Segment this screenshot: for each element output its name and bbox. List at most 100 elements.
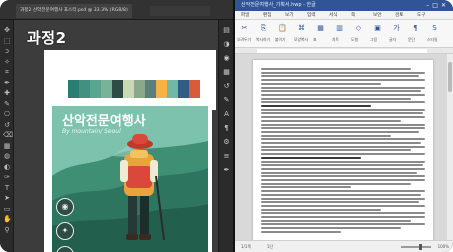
magic-wand-icon[interactable]: ✧ bbox=[3, 58, 11, 66]
paths-icon[interactable]: ✒ bbox=[222, 166, 231, 175]
scrollbar-thumb[interactable] bbox=[448, 62, 452, 92]
text-line bbox=[261, 179, 425, 181]
swatches-icon[interactable]: ▦ bbox=[222, 68, 231, 77]
healing-icon[interactable]: ✚ bbox=[3, 89, 11, 97]
lasso-icon[interactable]: ↄ bbox=[3, 47, 11, 55]
path-select-icon[interactable]: ➤ bbox=[3, 194, 11, 202]
menu-item[interactable]: 검토 bbox=[395, 12, 403, 18]
text-line bbox=[261, 119, 401, 122]
paste-icon[interactable]: 📋 bbox=[277, 23, 288, 34]
brush-icon[interactable]: ✎ bbox=[3, 100, 11, 108]
text-line bbox=[261, 138, 425, 141]
format-icon[interactable]: ⌘ bbox=[296, 23, 307, 34]
document-tab-bar: 과정2 산악전문여행사 포스터.psd @ 33.3% (RGB/8) bbox=[0, 0, 233, 20]
text-line bbox=[261, 219, 411, 222]
menu-item[interactable]: 서식 bbox=[329, 12, 337, 18]
channels-icon[interactable]: ≡ bbox=[222, 152, 231, 161]
color-icon[interactable]: ◉ bbox=[222, 54, 231, 63]
status-bar: 1/1쪽 1단 100% bbox=[235, 240, 453, 252]
blur-icon[interactable]: ◍ bbox=[3, 152, 11, 160]
paragraph-icon[interactable]: ¶ bbox=[222, 124, 231, 133]
gradient-icon[interactable]: ▦ bbox=[3, 142, 11, 150]
dodge-icon[interactable]: ◐ bbox=[3, 163, 11, 171]
text-line bbox=[261, 68, 411, 70]
crop-icon[interactable]: ⌗ bbox=[3, 68, 11, 76]
text-line bbox=[261, 201, 419, 204]
text-line bbox=[261, 93, 425, 96]
window-controls[interactable]: –□✕ bbox=[426, 2, 449, 9]
shape-icon[interactable]: ▭ bbox=[3, 205, 11, 213]
history-brush-icon[interactable]: ↺ bbox=[3, 121, 11, 129]
ribbon-toolbar: ✂ 오려두기 ⎘ 복사하기 📋 붙이기 ⌘ 모양복사 ▦ 표 ▥ 차트 ◇ 도형 ▣ 그림 가 글자 ¶ 문단 Ѕ 스타일 bbox=[235, 20, 453, 48]
properties-icon[interactable]: ⚙ bbox=[222, 138, 231, 147]
menu-item[interactable]: 쪽 bbox=[351, 12, 355, 18]
zoom-knob[interactable] bbox=[419, 244, 422, 250]
char-icon[interactable]: 가 bbox=[391, 23, 402, 34]
status-section: 1단 bbox=[267, 244, 274, 249]
status-page: 1/1쪽 bbox=[241, 244, 252, 249]
shape-icon[interactable]: ◇ bbox=[353, 23, 364, 34]
move-icon[interactable]: ✥ bbox=[3, 26, 11, 34]
text-line bbox=[261, 86, 425, 89]
zoom-slider[interactable] bbox=[401, 244, 431, 250]
table-icon[interactable]: ▦ bbox=[315, 23, 326, 34]
history-icon[interactable]: ↺ bbox=[222, 82, 231, 91]
menu-item[interactable]: 입력 bbox=[307, 12, 315, 18]
chart-icon[interactable]: ▥ bbox=[334, 23, 345, 34]
text-line bbox=[261, 230, 341, 233]
eyedropper-icon[interactable]: ✒ bbox=[3, 79, 11, 87]
text-line bbox=[261, 142, 421, 144]
style-icon[interactable]: Ѕ bbox=[429, 23, 440, 34]
document-tab[interactable]: 과정2 산악전문여행사 포스터.psd @ 33.3% (RGB/8) bbox=[16, 4, 132, 18]
word-processor-window: 산악전문여행사_기획서.hwp - 한글 –□✕ 파일 편집 보기 입력 서식 쪽 보안 검토… bbox=[235, 0, 453, 252]
text-line bbox=[261, 123, 425, 126]
character-icon[interactable]: A bbox=[222, 110, 231, 119]
menu-item[interactable]: 보기 bbox=[285, 12, 293, 18]
menu-item[interactable]: 파일 bbox=[241, 12, 249, 18]
text-line bbox=[261, 208, 381, 211]
zoom-icon[interactable]: ⚲ bbox=[3, 226, 11, 234]
compass-icon: ✦ bbox=[56, 222, 74, 240]
status-zoom[interactable]: 100% bbox=[438, 244, 449, 249]
lesson-label: 과정2 bbox=[27, 29, 67, 47]
text-line bbox=[261, 164, 423, 167]
screen-frame: 과정2 산악전문여행사 포스터.psd @ 33.3% (RGB/8) ✥ ⬚ ↄ ✧… bbox=[0, 0, 453, 252]
poster-artwork: 산악전문여행사 By mountain/ Seoul ◉ ✦ ▣ bbox=[52, 106, 208, 252]
cut-icon[interactable]: ✂ bbox=[239, 23, 250, 34]
para-icon[interactable]: ¶ bbox=[410, 23, 421, 34]
text-line bbox=[261, 75, 419, 78]
hand-icon[interactable]: ✋ bbox=[3, 215, 12, 223]
layers-icon[interactable]: ▤ bbox=[222, 26, 231, 35]
menu-item[interactable]: 도구 bbox=[417, 12, 425, 18]
adjust-icon[interactable]: ◑ bbox=[222, 40, 231, 49]
vertical-scrollbar[interactable] bbox=[447, 54, 453, 240]
ribbon-label: 스타일 bbox=[427, 37, 438, 42]
panel-dock: ▤ ◑ ◉ ▦ ↺ ✎ A ¶ ⚙ ≡ ✒ bbox=[218, 20, 233, 252]
canvas-area[interactable]: 산악전문여행사 By mountain/ Seoul ◉ ✦ ▣ bbox=[14, 20, 218, 252]
ribbon-label: 그림 bbox=[370, 37, 377, 42]
text-line bbox=[261, 197, 425, 200]
menu-item[interactable]: 편집 bbox=[263, 12, 271, 18]
type-icon[interactable]: T bbox=[3, 184, 11, 192]
menu-bar: 파일 편집 보기 입력 서식 쪽 보안 검토 도구 bbox=[235, 11, 453, 20]
stamp-icon[interactable]: ⎔ bbox=[3, 110, 11, 118]
menu-item[interactable]: 보안 bbox=[373, 12, 381, 18]
eraser-icon[interactable]: ⌫ bbox=[3, 131, 13, 139]
pen-icon[interactable]: ✑ bbox=[3, 173, 11, 181]
text-line bbox=[261, 82, 381, 85]
text-line bbox=[261, 105, 371, 107]
text-line bbox=[261, 79, 425, 82]
window-title: 산악전문여행사_기획서.hwp - 한글 bbox=[241, 2, 316, 8]
document-page[interactable] bbox=[253, 60, 433, 240]
brush-panel-icon[interactable]: ✎ bbox=[222, 96, 231, 105]
text-line bbox=[261, 223, 425, 226]
ribbon-label: 복사하기 bbox=[256, 37, 270, 42]
marquee-icon[interactable]: ⬚ bbox=[3, 37, 11, 45]
text-line bbox=[261, 171, 417, 174]
text-line bbox=[261, 175, 425, 178]
camera-icon: ◉ bbox=[56, 198, 74, 216]
image-icon[interactable]: ▣ bbox=[372, 23, 383, 34]
text-line bbox=[261, 90, 421, 93]
document-tab-secondary[interactable] bbox=[150, 6, 210, 16]
copy-icon[interactable]: ⎘ bbox=[258, 23, 269, 34]
